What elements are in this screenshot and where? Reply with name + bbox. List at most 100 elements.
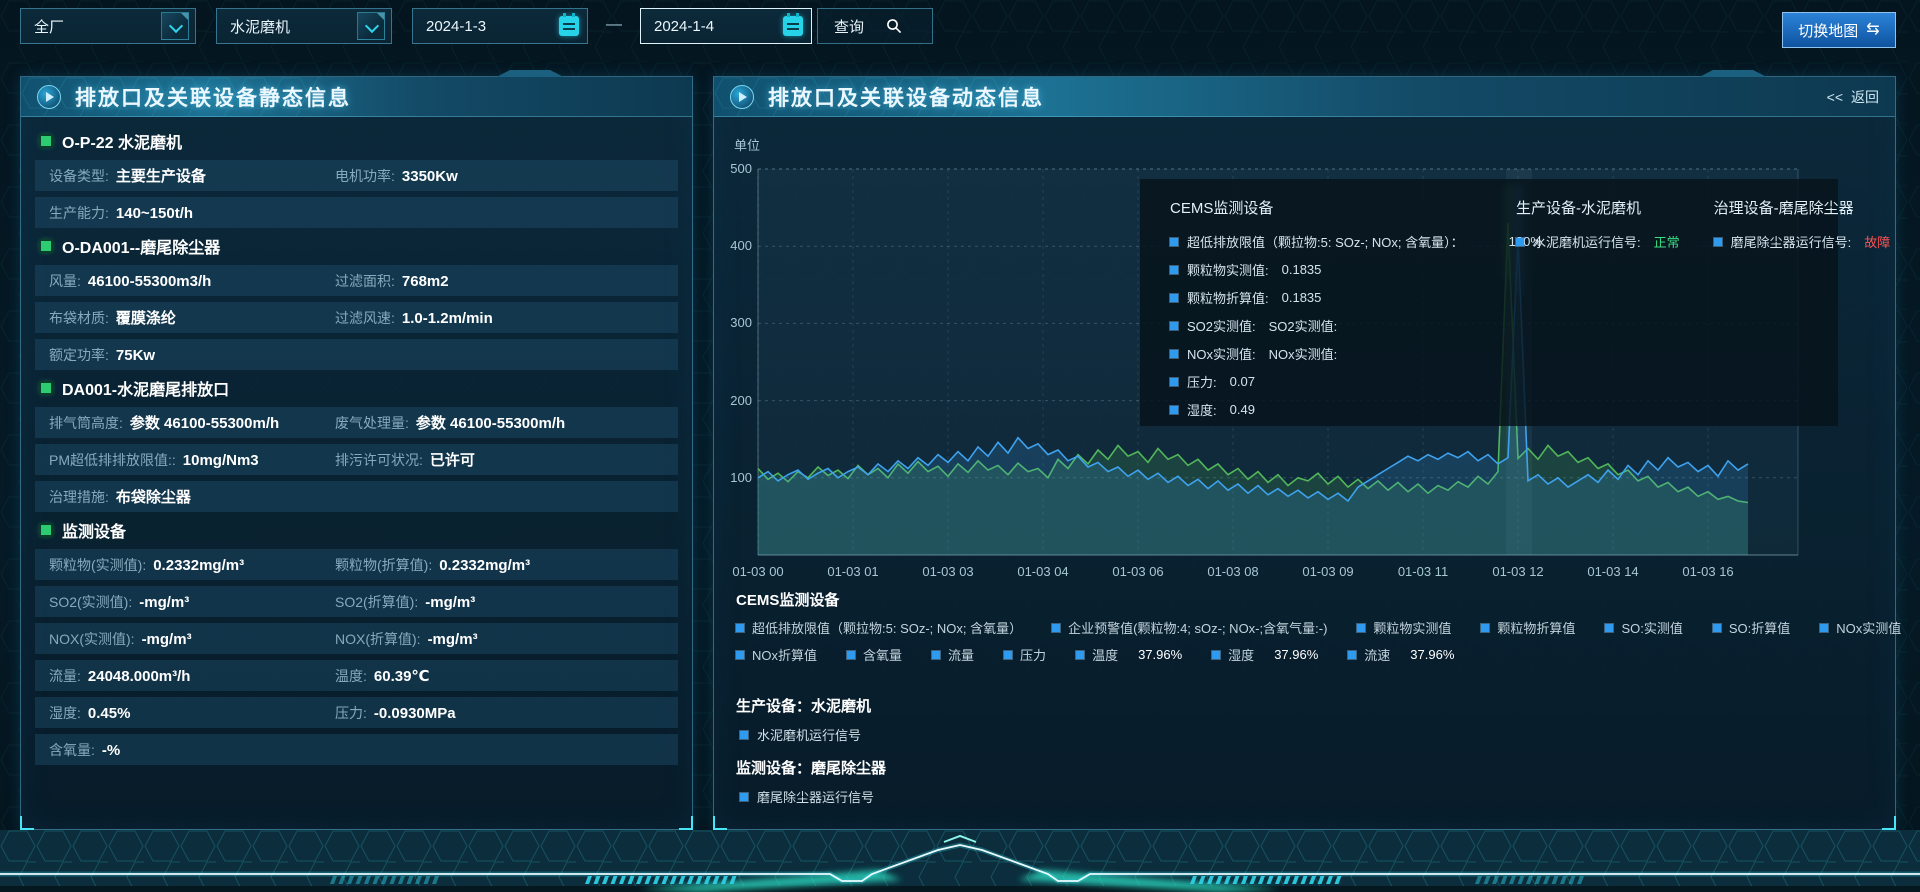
corner-accent (1882, 816, 1896, 830)
date-from-input[interactable]: 2024-1-3 (412, 8, 588, 44)
tooltip-item: NOx实测值:NOx实测值: (1170, 344, 1482, 363)
legend-marker-icon (1052, 624, 1060, 632)
legend-item[interactable]: 企业预警值(颗粒物:4; sOz-; NOx-;含氧气量:-) (1052, 618, 1327, 637)
info-cell: 电机功率:3350Kw (335, 166, 458, 186)
info-cell: 流量:24048.000m³/h (49, 666, 190, 686)
plant-select[interactable]: 全厂 (20, 8, 196, 44)
info-row: 额定功率:75Kw (35, 339, 678, 370)
info-row: 颗粒物(实测值):0.2332mg/m³颗粒物(折算值):0.2332mg/m³ (35, 549, 678, 580)
device-select[interactable]: 水泥磨机 (216, 8, 392, 44)
legend-item[interactable]: SO:折算值 (1713, 618, 1790, 637)
switch-map-button[interactable]: 切换地图 ⇆ (1782, 12, 1896, 48)
back-chevrons-icon: << (1827, 89, 1843, 105)
legend-item[interactable]: 湿度37.96% (1212, 645, 1318, 664)
info-row: 布袋材质:覆膜涤纶过滤风速:1.0-1.2m/min (35, 302, 678, 333)
line-chart-canvas[interactable] (714, 77, 1897, 597)
x-tick-label: 01-03 01 (827, 564, 878, 579)
tooltip-item: 超低排放限值（颗拉物:5: SOz-; NOx; 含氧量）：100% (1170, 232, 1482, 251)
y-axis-unit-label: 单位 (734, 135, 760, 154)
legend-item[interactable]: 流量 (932, 645, 974, 664)
x-tick-label: 01-03 03 (922, 564, 973, 579)
info-cell: 废气处理量:参数 46100-55300m/h (335, 412, 565, 433)
legend-row: NOx折算值 含氧量 流量 压力 温度37.96% 湿度37.96% 流速37.96% (736, 645, 1879, 664)
legend-item[interactable]: SO:实测值 (1605, 618, 1682, 637)
legend-marker-icon (1004, 651, 1012, 659)
date-range-separator: — (606, 16, 622, 34)
green-square-icon (41, 136, 51, 146)
y-tick-label: 400 (718, 238, 752, 253)
legend-item[interactable]: NOx实测值 (1820, 618, 1901, 637)
chevron-down-icon[interactable] (161, 12, 189, 40)
dynamic-info-header: 排放口及关联设备动态信息 << 返回 (714, 77, 1895, 117)
static-info-title: 排放口及关联设备静态信息 (75, 82, 351, 112)
section-heading: DA001-水泥磨尾排放口 (41, 376, 678, 400)
switch-map-label: 切换地图 (1798, 20, 1858, 41)
x-tick-label: 01-03 00 (732, 564, 783, 579)
date-from-value: 2024-1-3 (426, 18, 559, 35)
info-row: 治理措施:布袋除尘器 (35, 481, 678, 512)
info-cell: 颗粒物(折算值):0.2332mg/m³ (335, 555, 530, 575)
corner-accent (20, 816, 34, 830)
legend-item[interactable]: NOx折算值 (736, 645, 817, 664)
blue-square-icon (1170, 238, 1178, 246)
info-row: PM超低排排放限值::10mg/Nm3 排污许可状况:已许可 (35, 444, 678, 475)
calendar-icon[interactable] (783, 16, 803, 36)
info-cell: SO2(实测值):-mg/m³ (49, 592, 189, 612)
info-cell: SO2(折算值):-mg/m³ (335, 592, 475, 612)
info-cell: 生产能力:140~150t/h (49, 203, 193, 223)
info-row: 湿度:0.45%压力:-0.0930MPa (35, 697, 678, 728)
legend-item[interactable]: 压力 (1004, 645, 1046, 664)
play-icon (37, 85, 61, 109)
blue-square-icon (1170, 406, 1178, 414)
info-cell: 治理措施:布袋除尘器 (49, 486, 191, 507)
legend-item[interactable]: 温度37.96% (1076, 645, 1182, 664)
legend-marker-icon (1605, 624, 1613, 632)
info-cell: 过滤风速:1.0-1.2m/min (335, 308, 493, 328)
section-heading: O-P-22 水泥磨机 (41, 129, 678, 153)
tooltip-item: 颗粒物实测值:0.1835 (1170, 260, 1482, 279)
y-tick-label: 200 (718, 393, 752, 408)
play-icon (730, 85, 754, 109)
legend-item[interactable]: 颗粒物折算值 (1481, 618, 1575, 637)
signal-item[interactable]: 水泥磨机运行信号 (740, 725, 861, 744)
x-tick-label: 01-03 09 (1302, 564, 1353, 579)
info-cell: 排污许可状况:已许可 (335, 449, 475, 470)
info-row: SO2(实测值):-mg/m³ SO2(折算值):-mg/m³ (35, 586, 678, 617)
tooltip-cems-column: CEMS监测设备 超低排放限值（颗拉物:5: SOz-; NOx; 含氧量）：1… (1170, 197, 1482, 416)
x-tick-label: 01-03 11 (1398, 564, 1448, 579)
blue-square-icon (1170, 266, 1178, 274)
tooltip-treatment-column: 治理设备-磨尾除尘器 磨尾除尘器运行信号:故障 (1714, 197, 1891, 416)
tooltip-item: 湿度:0.49 (1170, 400, 1482, 419)
legend-item[interactable]: 含氧量 (847, 645, 902, 664)
static-info-header: 排放口及关联设备静态信息 (21, 77, 692, 117)
legend-item[interactable]: 超低排放限值（颗拉物:5: SOz-; NOx; 含氧量） (736, 618, 1022, 637)
decorative-footer (0, 830, 1920, 892)
legend-heading: CEMS监测设备 (736, 589, 839, 610)
signal-item[interactable]: 磨尾除尘器运行信号 (740, 787, 874, 806)
legend-item[interactable]: 颗粒物实测值 (1357, 618, 1451, 637)
legend-marker-icon (847, 651, 855, 659)
search-icon (886, 18, 902, 34)
legend-marker-icon (1348, 651, 1356, 659)
chevron-down-icon[interactable] (357, 12, 385, 40)
trend-chart[interactable]: 单位 100200300400500 01-03 0001-03 0101-03… (714, 77, 1895, 829)
info-cell: 设备类型:主要生产设备 (49, 165, 206, 186)
corner-accent (679, 816, 693, 830)
legend-item[interactable]: 流速37.96% (1348, 645, 1454, 664)
calendar-icon[interactable] (559, 16, 579, 36)
section-heading: 监测设备 (41, 518, 678, 542)
info-cell: 温度:60.39℃ (335, 666, 430, 686)
info-cell: 湿度:0.45% (49, 703, 130, 723)
topbar: 全厂 水泥磨机 2024-1-3 — 2024-1-4 查询 切换地图 ⇆ (0, 0, 1920, 56)
legend-marker-icon (1357, 624, 1365, 632)
device-select-value: 水泥磨机 (230, 16, 351, 37)
query-button[interactable]: 查询 (817, 8, 933, 44)
tooltip-item: SO2实测值:SO2实测值: (1170, 316, 1482, 335)
back-link[interactable]: << 返回 (1827, 77, 1879, 117)
dynamic-info-panel: 排放口及关联设备动态信息 << 返回 单位 100200300400500 01… (713, 76, 1896, 830)
static-info-body: O-P-22 水泥磨机设备类型:主要生产设备 电机功率:3350Kw 生产能力:14… (35, 125, 678, 819)
blue-square-icon (1714, 238, 1722, 246)
date-to-input[interactable]: 2024-1-4 (640, 8, 812, 44)
tooltip-item: 水泥磨机运行信号:正常 (1516, 232, 1680, 251)
info-cell: PM超低排排放限值::10mg/Nm3 (49, 450, 259, 470)
